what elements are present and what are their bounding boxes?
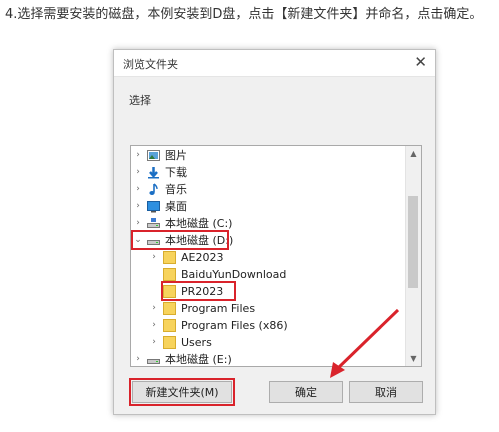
annotation-arrow-icon [330, 308, 400, 378]
